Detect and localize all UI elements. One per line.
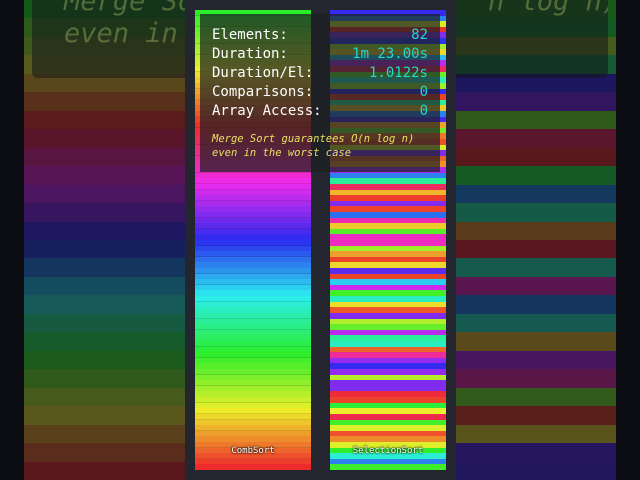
- background-caption-line-1: Merge So: [64, 0, 195, 17]
- stat-row-duration-per-element: Duration/El: 1.0122s: [212, 65, 428, 84]
- stat-label: Elements:: [212, 27, 288, 43]
- right-edge-shade: [616, 0, 640, 480]
- stat-row-comparisons: Comparisons: 0: [212, 84, 428, 103]
- stat-label: Array Access:: [212, 103, 322, 119]
- stat-label: Duration/El:: [212, 65, 314, 81]
- stat-value: 0: [419, 84, 428, 100]
- stat-value: 1m 23.00s: [352, 46, 428, 62]
- stat-row-duration: Duration: 1m 23.00s: [212, 46, 428, 65]
- right-algorithm-label: SelectionSort: [352, 446, 424, 456]
- stat-label: Comparisons:: [212, 84, 314, 100]
- left-edge-shade: [0, 0, 24, 480]
- background-caption-line-1-right: n log n): [488, 0, 608, 17]
- stat-row-elements: Elements: 82: [212, 27, 428, 46]
- left-algorithm-label: CombSort: [231, 446, 275, 456]
- algorithm-note-line-1: Merge Sort guarantees O(n log n): [212, 133, 415, 145]
- stat-value: 0: [419, 103, 428, 119]
- stats-overlay: Elements: 82 Duration: 1m 23.00s Duratio…: [200, 14, 440, 172]
- stat-row-array-access: Array Access: 0: [212, 103, 428, 122]
- sort-bar: [195, 464, 311, 470]
- stat-label: Duration:: [212, 46, 288, 62]
- stat-value: 82: [411, 27, 428, 43]
- sort-bar: [330, 464, 446, 470]
- background-caption-line-2: even in: [64, 18, 178, 49]
- stat-value: 1.0122s: [368, 65, 428, 81]
- algorithm-note-line-2: even in the worst case: [212, 147, 352, 159]
